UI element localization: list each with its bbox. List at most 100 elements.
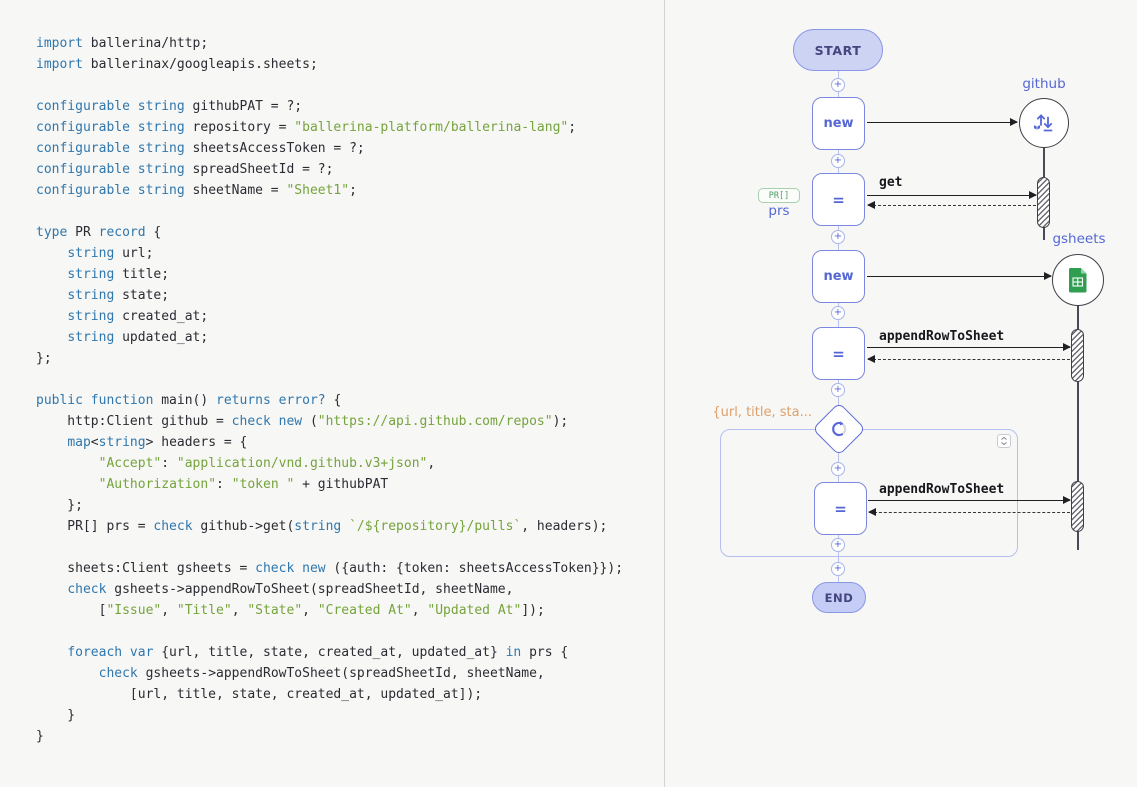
code-token: check xyxy=(67,582,106,597)
code-line: } xyxy=(36,726,623,747)
message-label-append-2: appendRowToSheet xyxy=(879,482,1004,497)
code-token xyxy=(36,330,67,345)
code-line: import ballerina/http; xyxy=(36,33,623,54)
code-token: > headers = { xyxy=(146,435,248,450)
code-token: in xyxy=(506,645,522,660)
code-token xyxy=(36,645,67,660)
code-token: , xyxy=(232,603,248,618)
add-statement-button[interactable]: + xyxy=(831,538,845,552)
code-token: configurable string xyxy=(36,183,185,198)
add-statement-button[interactable]: + xyxy=(831,230,845,244)
variable-type-badge[interactable]: PR[] xyxy=(758,188,800,203)
code-token: ; xyxy=(568,120,576,135)
http-client-icon xyxy=(1030,109,1058,137)
add-statement-button[interactable]: + xyxy=(831,562,845,576)
activation-bar-gsheets-2 xyxy=(1071,481,1084,532)
code-editor[interactable]: import ballerina/http;import ballerinax/… xyxy=(0,0,664,787)
code-line: import ballerinax/googleapis.sheets; xyxy=(36,54,623,75)
code-token: foreach var xyxy=(67,645,153,660)
response-arrow-append-1 xyxy=(868,359,1070,360)
code-token: string xyxy=(67,267,114,282)
code-token xyxy=(294,561,302,576)
code-token xyxy=(36,309,67,324)
code-token xyxy=(36,288,67,303)
google-sheets-icon xyxy=(1068,267,1089,294)
loop-icon xyxy=(829,419,849,439)
assignment-node-prs[interactable]: = xyxy=(812,173,865,226)
code-token: githubPAT = ?; xyxy=(185,99,302,114)
code-line: string url; xyxy=(36,243,623,264)
code-line: }; xyxy=(36,348,623,369)
invocation-arrow-new-gsheets xyxy=(867,276,1051,277)
code-token: http:Client github = xyxy=(36,414,232,429)
endpoint-label-github: github xyxy=(1004,76,1084,92)
endpoint-github[interactable] xyxy=(1019,98,1069,148)
code-line: configurable string sheetName = "Sheet1"… xyxy=(36,180,623,201)
add-statement-button[interactable]: + xyxy=(831,383,845,397)
code-token xyxy=(36,477,99,492)
code-token: "Accept" xyxy=(99,456,162,471)
code-token: new xyxy=(279,414,302,429)
code-token: sheetsAccessToken = ?; xyxy=(185,141,365,156)
collapse-loop-button[interactable] xyxy=(997,434,1011,448)
code-token: string xyxy=(294,519,341,534)
action-node-append-row[interactable]: = xyxy=(814,482,867,535)
new-client-node-gsheets[interactable]: new xyxy=(812,250,865,303)
code-token: "Authorization" xyxy=(99,477,216,492)
message-label-get: get xyxy=(879,175,902,190)
code-token xyxy=(36,666,99,681)
code-line: } xyxy=(36,705,623,726)
code-line xyxy=(36,75,623,96)
code-token: new xyxy=(302,561,325,576)
code-line: http:Client github = check new ("https:/… xyxy=(36,411,623,432)
panel-divider[interactable] xyxy=(664,0,665,787)
code-token: : xyxy=(216,477,232,492)
code-token: , headers); xyxy=(521,519,607,534)
code-token: ( xyxy=(302,414,318,429)
invocation-arrow-new-github xyxy=(867,122,1017,123)
code-token: + githubPAT xyxy=(294,477,388,492)
code-token: ballerina/http; xyxy=(91,36,208,51)
code-token: "application/vnd.github.v3+json" xyxy=(177,456,427,471)
code-line: public function main() returns error? { xyxy=(36,390,623,411)
code-token: updated_at; xyxy=(114,330,208,345)
code-token: check xyxy=(255,561,294,576)
code-token: import xyxy=(36,57,91,72)
code-token: "Updated At" xyxy=(427,603,521,618)
code-token: sheets:Client gsheets = xyxy=(36,561,255,576)
add-statement-button[interactable]: + xyxy=(831,306,845,320)
action-node-append-header[interactable]: = xyxy=(812,327,865,380)
code-token: created_at; xyxy=(114,309,208,324)
code-token: , xyxy=(161,603,177,618)
code-token: check xyxy=(153,519,192,534)
code-token: "State" xyxy=(247,603,302,618)
code-line: "Authorization": "token " + githubPAT xyxy=(36,474,623,495)
code-token: title; xyxy=(114,267,169,282)
code-token: state; xyxy=(114,288,169,303)
code-token: check xyxy=(99,666,138,681)
code-token: map xyxy=(67,435,90,450)
code-line: map<string> headers = { xyxy=(36,432,623,453)
new-client-node-github[interactable]: new xyxy=(812,97,865,150)
request-arrow-append-2 xyxy=(868,500,1070,501)
code-line: configurable string githubPAT = ?; xyxy=(36,96,623,117)
endpoint-gsheets[interactable] xyxy=(1052,254,1104,306)
code-token: "Title" xyxy=(177,603,232,618)
code-line: PR[] prs = check github->get(string `/${… xyxy=(36,516,623,537)
add-statement-button[interactable]: + xyxy=(831,154,845,168)
code-token: { xyxy=(146,225,162,240)
code-token: github->get( xyxy=(193,519,295,534)
code-token: [ xyxy=(36,603,106,618)
end-node[interactable]: END xyxy=(812,582,866,613)
code-token: import xyxy=(36,36,91,51)
code-line: string state; xyxy=(36,285,623,306)
code-token: PR xyxy=(67,225,98,240)
start-node[interactable]: START xyxy=(793,29,883,71)
code-token: spreadSheetId = ?; xyxy=(185,162,334,177)
code-token: repository = xyxy=(185,120,295,135)
code-token: "ballerina-platform/ballerina-lang" xyxy=(294,120,568,135)
code-line: sheets:Client gsheets = check new ({auth… xyxy=(36,558,623,579)
add-statement-button[interactable]: + xyxy=(831,78,845,92)
code-token: gsheets->appendRowToSheet(spreadSheetId,… xyxy=(138,666,545,681)
add-statement-button[interactable]: + xyxy=(831,462,845,476)
